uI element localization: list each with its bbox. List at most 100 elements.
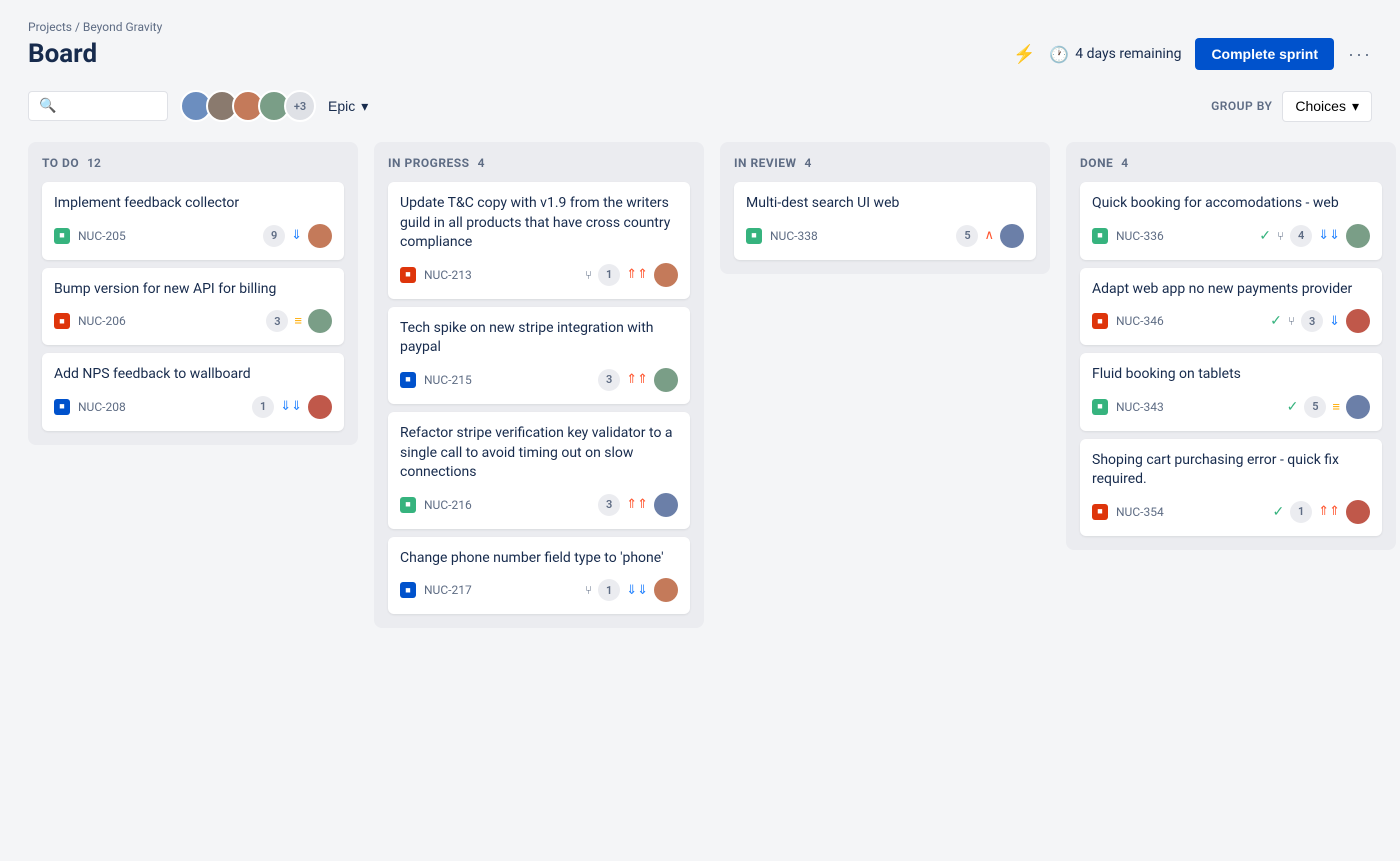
tag-text: NUC-354 [1116,505,1164,519]
lightning-icon: ⚡ [1013,44,1035,65]
priority-high-icon: ⇑⇑ [626,497,648,512]
card-title: Tech spike on new stripe integration wit… [400,319,678,358]
card-meta: 5 ∧ [956,224,1024,248]
card-avatar [308,395,332,419]
priority-low-icon: ⇓ [1329,314,1340,329]
column-done: DONE 4 Quick booking for accomodations -… [1066,142,1396,550]
card-footer: ■ NUC-343 ✓ 5 ≡ [1092,395,1370,419]
card-title: Change phone number field type to 'phone… [400,549,678,569]
task-card[interactable]: Bump version for new API for billing ■ N… [42,268,344,346]
priority-high-icon: ⇑⇑ [1318,504,1340,519]
header-right: ⚡ 🕐 4 days remaining Complete sprint ··· [1013,38,1372,70]
card-count: 1 [598,264,620,286]
priority-low-multi-icon: ⇓⇓ [280,399,302,414]
card-count: 5 [956,225,978,247]
card-count: 3 [1301,310,1323,332]
task-card[interactable]: Shoping cart purchasing error - quick fi… [1080,439,1382,536]
avatar-more[interactable]: +3 [284,90,316,122]
card-title: Multi-dest search UI web [746,194,1024,214]
card-avatar [654,263,678,287]
task-card[interactable]: Fluid booking on tablets ■ NUC-343 ✓ 5 ≡ [1080,353,1382,431]
column-title: IN PROGRESS [388,156,470,170]
card-footer: ■ NUC-346 ✓ ⑂ 3 ⇓ [1092,309,1370,333]
complete-sprint-button[interactable]: Complete sprint [1195,38,1334,70]
card-avatar [654,368,678,392]
card-meta: 3 ⇑⇑ [598,493,678,517]
task-card[interactable]: Implement feedback collector ■ NUC-205 9… [42,182,344,260]
branch-icon: ⑂ [1288,314,1295,328]
tag-icon: ■ [400,497,416,513]
card-avatar [308,309,332,333]
column-inprogress: IN PROGRESS 4 Update T&C copy with v1.9 … [374,142,704,628]
column-todo: TO DO 12 Implement feedback collector ■ … [28,142,358,445]
task-card[interactable]: Change phone number field type to 'phone… [388,537,690,615]
card-avatar [1000,224,1024,248]
card-avatar [1346,309,1370,333]
tag-text: NUC-346 [1116,314,1164,328]
card-count: 1 [252,396,274,418]
epic-filter-button[interactable]: Epic ▾ [328,98,368,115]
card-avatar [1346,500,1370,524]
column-header: IN PROGRESS 4 [388,156,690,170]
priority-high-icon: ⇑⇑ [626,267,648,282]
check-icon: ✓ [1259,228,1271,244]
card-title: Fluid booking on tablets [1092,365,1370,385]
page-header: Board ⚡ 🕐 4 days remaining Complete spri… [28,38,1372,70]
card-title: Refactor stripe verification key validat… [400,424,678,483]
tag-icon: ■ [1092,228,1108,244]
card-footer: ■ NUC-217 ⑂ 1 ⇓⇓ [400,578,678,602]
choices-chevron-icon: ▾ [1352,98,1359,115]
card-meta: 1 ⇓⇓ [252,395,332,419]
task-card[interactable]: Multi-dest search UI web ■ NUC-338 5 ∧ [734,182,1036,260]
tag-icon: ■ [1092,504,1108,520]
card-meta: 3 ⇑⇑ [598,368,678,392]
tag-text: NUC-208 [78,400,126,414]
column-count: 4 [805,156,812,170]
tag-text: NUC-336 [1116,229,1164,243]
card-footer: ■ NUC-206 3 ≡ [54,309,332,333]
column-header: TO DO 12 [42,156,344,170]
column-title: IN REVIEW [734,156,797,170]
tag-icon: ■ [746,228,762,244]
priority-high-icon: ∧ [984,228,994,243]
card-title: Shoping cart purchasing error - quick fi… [1092,451,1370,490]
task-card[interactable]: Update T&C copy with v1.9 from the write… [388,182,690,299]
card-avatar [308,224,332,248]
epic-label: Epic [328,98,355,114]
branch-icon: ⑂ [585,583,592,597]
task-card[interactable]: Tech spike on new stripe integration wit… [388,307,690,404]
card-title: Update T&C copy with v1.9 from the write… [400,194,678,253]
search-input[interactable] [64,98,144,114]
task-card[interactable]: Refactor stripe verification key validat… [388,412,690,529]
tag-text: NUC-338 [770,229,818,243]
column-header: IN REVIEW 4 [734,156,1036,170]
search-box[interactable]: 🔍 [28,91,168,121]
toolbar: 🔍 +3 Epic ▾ GROUP BY Choices ▾ [28,90,1372,122]
column-title: DONE [1080,156,1113,170]
epic-chevron-icon: ▾ [361,98,368,115]
task-card[interactable]: Quick booking for accomodations - web ■ … [1080,182,1382,260]
avatar-group[interactable]: +3 [180,90,316,122]
search-icon: 🔍 [39,98,56,114]
check-icon: ✓ [1287,399,1299,415]
task-card[interactable]: Adapt web app no new payments provider ■… [1080,268,1382,346]
tag-text: NUC-205 [78,229,126,243]
card-footer: ■ NUC-213 ⑂ 1 ⇑⇑ [400,263,678,287]
priority-high-icon: ⇑⇑ [626,372,648,387]
tag-icon: ■ [400,372,416,388]
card-count: 3 [598,494,620,516]
card-title: Implement feedback collector [54,194,332,214]
choices-dropdown[interactable]: Choices ▾ [1282,91,1372,122]
card-meta: ✓ 1 ⇑⇑ [1272,500,1370,524]
card-footer: ■ NUC-336 ✓ ⑂ 4 ⇓⇓ [1092,224,1370,248]
card-meta: ⑂ 1 ⇓⇓ [585,578,678,602]
card-avatar [1346,224,1370,248]
more-options-button[interactable]: ··· [1348,44,1372,65]
group-by-label: GROUP BY [1211,99,1272,113]
card-count: 9 [263,225,285,247]
group-by-section: GROUP BY Choices ▾ [1211,91,1372,122]
clock-icon: 🕐 [1049,45,1069,64]
check-icon: ✓ [1272,504,1284,520]
sprint-days-label: 4 days remaining [1075,46,1181,62]
task-card[interactable]: Add NPS feedback to wallboard ■ NUC-208 … [42,353,344,431]
